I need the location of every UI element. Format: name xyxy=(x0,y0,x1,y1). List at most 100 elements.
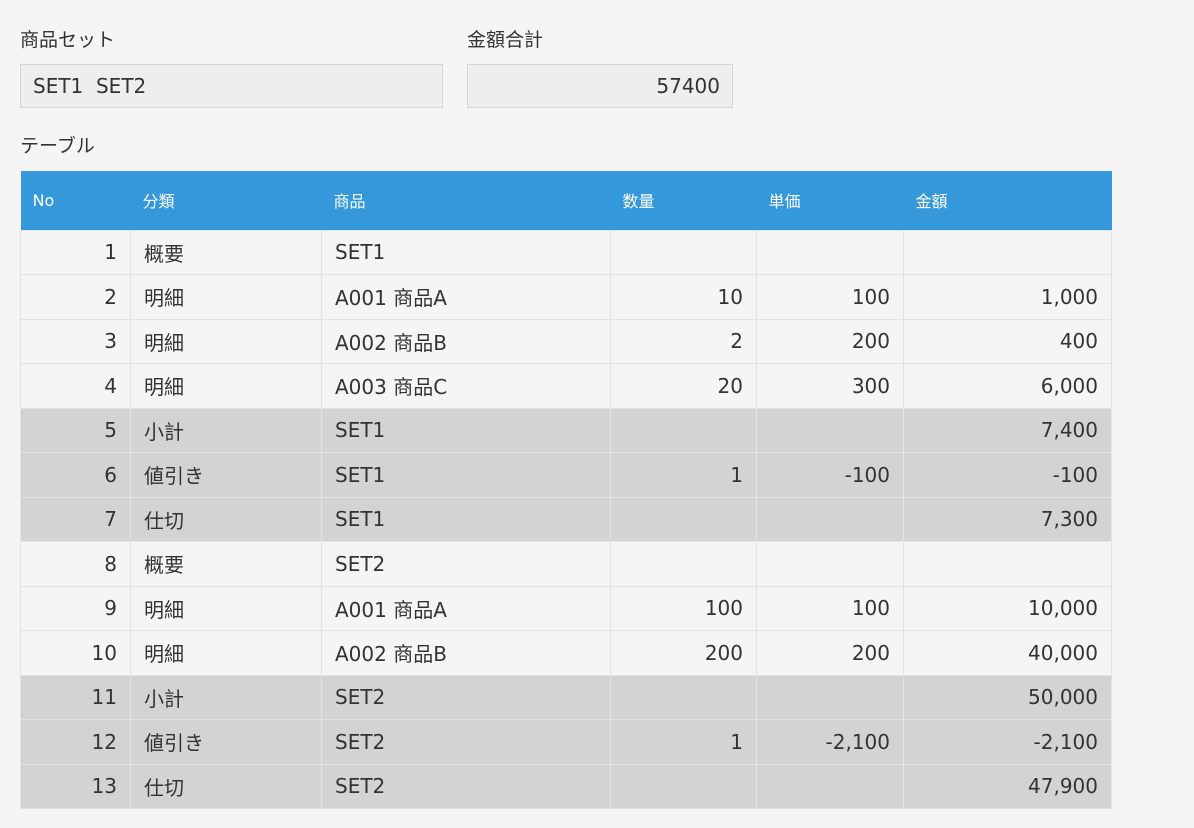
cell-unit-price[interactable] xyxy=(756,229,904,275)
cell-product[interactable]: SET1 xyxy=(321,407,611,453)
cell-product[interactable]: A001 商品A xyxy=(321,274,611,320)
cell-unit-price[interactable]: 300 xyxy=(756,363,904,409)
cell-no[interactable]: 9 xyxy=(20,585,131,631)
cell-no[interactable]: 5 xyxy=(20,407,131,453)
cell-quantity[interactable]: 20 xyxy=(610,363,757,409)
cell-amount[interactable]: -100 xyxy=(903,452,1112,498)
cell-quantity[interactable]: 1 xyxy=(610,452,757,498)
cell-quantity[interactable] xyxy=(610,674,757,720)
cell-category[interactable]: 概要 xyxy=(130,541,322,587)
cell-no[interactable]: 2 xyxy=(20,274,131,320)
cell-amount[interactable]: 7,300 xyxy=(903,496,1112,542)
cell-amount[interactable]: 1,000 xyxy=(903,274,1112,320)
table-row[interactable]: 2 明細 A001 商品A 10 100 1,000 xyxy=(20,274,1112,320)
cell-quantity[interactable] xyxy=(610,541,757,587)
cell-amount[interactable]: -2,100 xyxy=(903,719,1112,765)
table-row[interactable]: 12 値引き SET2 1 -2,100 -2,100 xyxy=(20,719,1112,765)
cell-quantity[interactable] xyxy=(610,496,757,542)
cell-unit-price[interactable] xyxy=(756,541,904,587)
col-header-product[interactable]: 商品 xyxy=(321,171,611,230)
cell-unit-price[interactable]: 200 xyxy=(756,630,904,676)
cell-product[interactable]: SET1 xyxy=(321,452,611,498)
cell-no[interactable]: 6 xyxy=(20,452,131,498)
table-row[interactable]: 1 概要 SET1 xyxy=(20,229,1112,275)
cell-unit-price[interactable]: 100 xyxy=(756,274,904,320)
col-header-unit-price[interactable]: 単価 xyxy=(756,171,904,230)
cell-product[interactable]: A001 商品A xyxy=(321,585,611,631)
table-row[interactable]: 8 概要 SET2 xyxy=(20,541,1112,587)
table-row[interactable]: 10 明細 A002 商品B 200 200 40,000 xyxy=(20,630,1112,676)
cell-amount[interactable]: 47,900 xyxy=(903,763,1112,809)
cell-unit-price[interactable]: 200 xyxy=(756,318,904,364)
cell-product[interactable]: A002 商品B xyxy=(321,318,611,364)
table-row[interactable]: 7 仕切 SET1 7,300 xyxy=(20,496,1112,542)
cell-category[interactable]: 明細 xyxy=(130,274,322,320)
table-row[interactable]: 4 明細 A003 商品C 20 300 6,000 xyxy=(20,363,1112,409)
cell-quantity[interactable]: 100 xyxy=(610,585,757,631)
cell-category[interactable]: 明細 xyxy=(130,585,322,631)
cell-amount[interactable] xyxy=(903,229,1112,275)
cell-no[interactable]: 7 xyxy=(20,496,131,542)
cell-quantity[interactable]: 200 xyxy=(610,630,757,676)
cell-amount[interactable]: 40,000 xyxy=(903,630,1112,676)
cell-amount[interactable]: 10,000 xyxy=(903,585,1112,631)
cell-quantity[interactable] xyxy=(610,229,757,275)
table-row[interactable]: 9 明細 A001 商品A 100 100 10,000 xyxy=(20,585,1112,631)
cell-category[interactable]: 明細 xyxy=(130,318,322,364)
cell-category[interactable]: 概要 xyxy=(130,229,322,275)
cell-quantity[interactable]: 10 xyxy=(610,274,757,320)
col-header-category[interactable]: 分類 xyxy=(130,171,322,230)
table-row[interactable]: 5 小計 SET1 7,400 xyxy=(20,407,1112,453)
cell-category[interactable]: 明細 xyxy=(130,630,322,676)
cell-no[interactable]: 8 xyxy=(20,541,131,587)
cell-amount[interactable]: 6,000 xyxy=(903,363,1112,409)
col-header-amount[interactable]: 金額 xyxy=(903,171,1112,230)
cell-category[interactable]: 小計 xyxy=(130,674,322,720)
cell-unit-price[interactable]: -100 xyxy=(756,452,904,498)
col-header-quantity[interactable]: 数量 xyxy=(610,171,757,230)
cell-no[interactable]: 12 xyxy=(20,719,131,765)
cell-no[interactable]: 4 xyxy=(20,363,131,409)
cell-unit-price[interactable] xyxy=(756,763,904,809)
cell-no[interactable]: 3 xyxy=(20,318,131,364)
cell-category[interactable]: 仕切 xyxy=(130,763,322,809)
cell-product[interactable]: SET2 xyxy=(321,541,611,587)
cell-unit-price[interactable]: -2,100 xyxy=(756,719,904,765)
cell-category[interactable]: 明細 xyxy=(130,363,322,409)
cell-amount[interactable]: 400 xyxy=(903,318,1112,364)
cell-category[interactable]: 値引き xyxy=(130,452,322,498)
cell-unit-price[interactable] xyxy=(756,496,904,542)
cell-category[interactable]: 小計 xyxy=(130,407,322,453)
cell-quantity[interactable] xyxy=(610,763,757,809)
cell-product[interactable]: SET1 xyxy=(321,496,611,542)
cell-product[interactable]: SET2 xyxy=(321,674,611,720)
cell-product[interactable]: A002 商品B xyxy=(321,630,611,676)
table-row[interactable]: 3 明細 A002 商品B 2 200 400 xyxy=(20,318,1112,364)
cell-quantity[interactable] xyxy=(610,407,757,453)
total-field-value[interactable]: 57400 xyxy=(467,64,733,108)
cell-unit-price[interactable] xyxy=(756,674,904,720)
cell-product[interactable]: SET2 xyxy=(321,763,611,809)
table-row[interactable]: 13 仕切 SET2 47,900 xyxy=(20,763,1112,809)
cell-product[interactable]: A003 商品C xyxy=(321,363,611,409)
cell-no[interactable]: 1 xyxy=(20,229,131,275)
cell-quantity[interactable]: 1 xyxy=(610,719,757,765)
cell-quantity[interactable]: 2 xyxy=(610,318,757,364)
cell-category[interactable]: 値引き xyxy=(130,719,322,765)
cell-amount[interactable]: 7,400 xyxy=(903,407,1112,453)
col-header-no[interactable]: No xyxy=(20,171,131,230)
cell-no[interactable]: 10 xyxy=(20,630,131,676)
cell-no[interactable]: 11 xyxy=(20,674,131,720)
cell-unit-price[interactable] xyxy=(756,407,904,453)
table-header-row: No 分類 商品 数量 単価 金額 xyxy=(20,171,1112,230)
table-row[interactable]: 11 小計 SET2 50,000 xyxy=(20,674,1112,720)
cell-category[interactable]: 仕切 xyxy=(130,496,322,542)
cell-amount[interactable] xyxy=(903,541,1112,587)
cell-product[interactable]: SET1 xyxy=(321,229,611,275)
cell-product[interactable]: SET2 xyxy=(321,719,611,765)
cell-amount[interactable]: 50,000 xyxy=(903,674,1112,720)
table-row[interactable]: 6 値引き SET1 1 -100 -100 xyxy=(20,452,1112,498)
cell-unit-price[interactable]: 100 xyxy=(756,585,904,631)
cell-no[interactable]: 13 xyxy=(20,763,131,809)
set-field-value[interactable]: SET1 SET2 xyxy=(20,64,443,108)
